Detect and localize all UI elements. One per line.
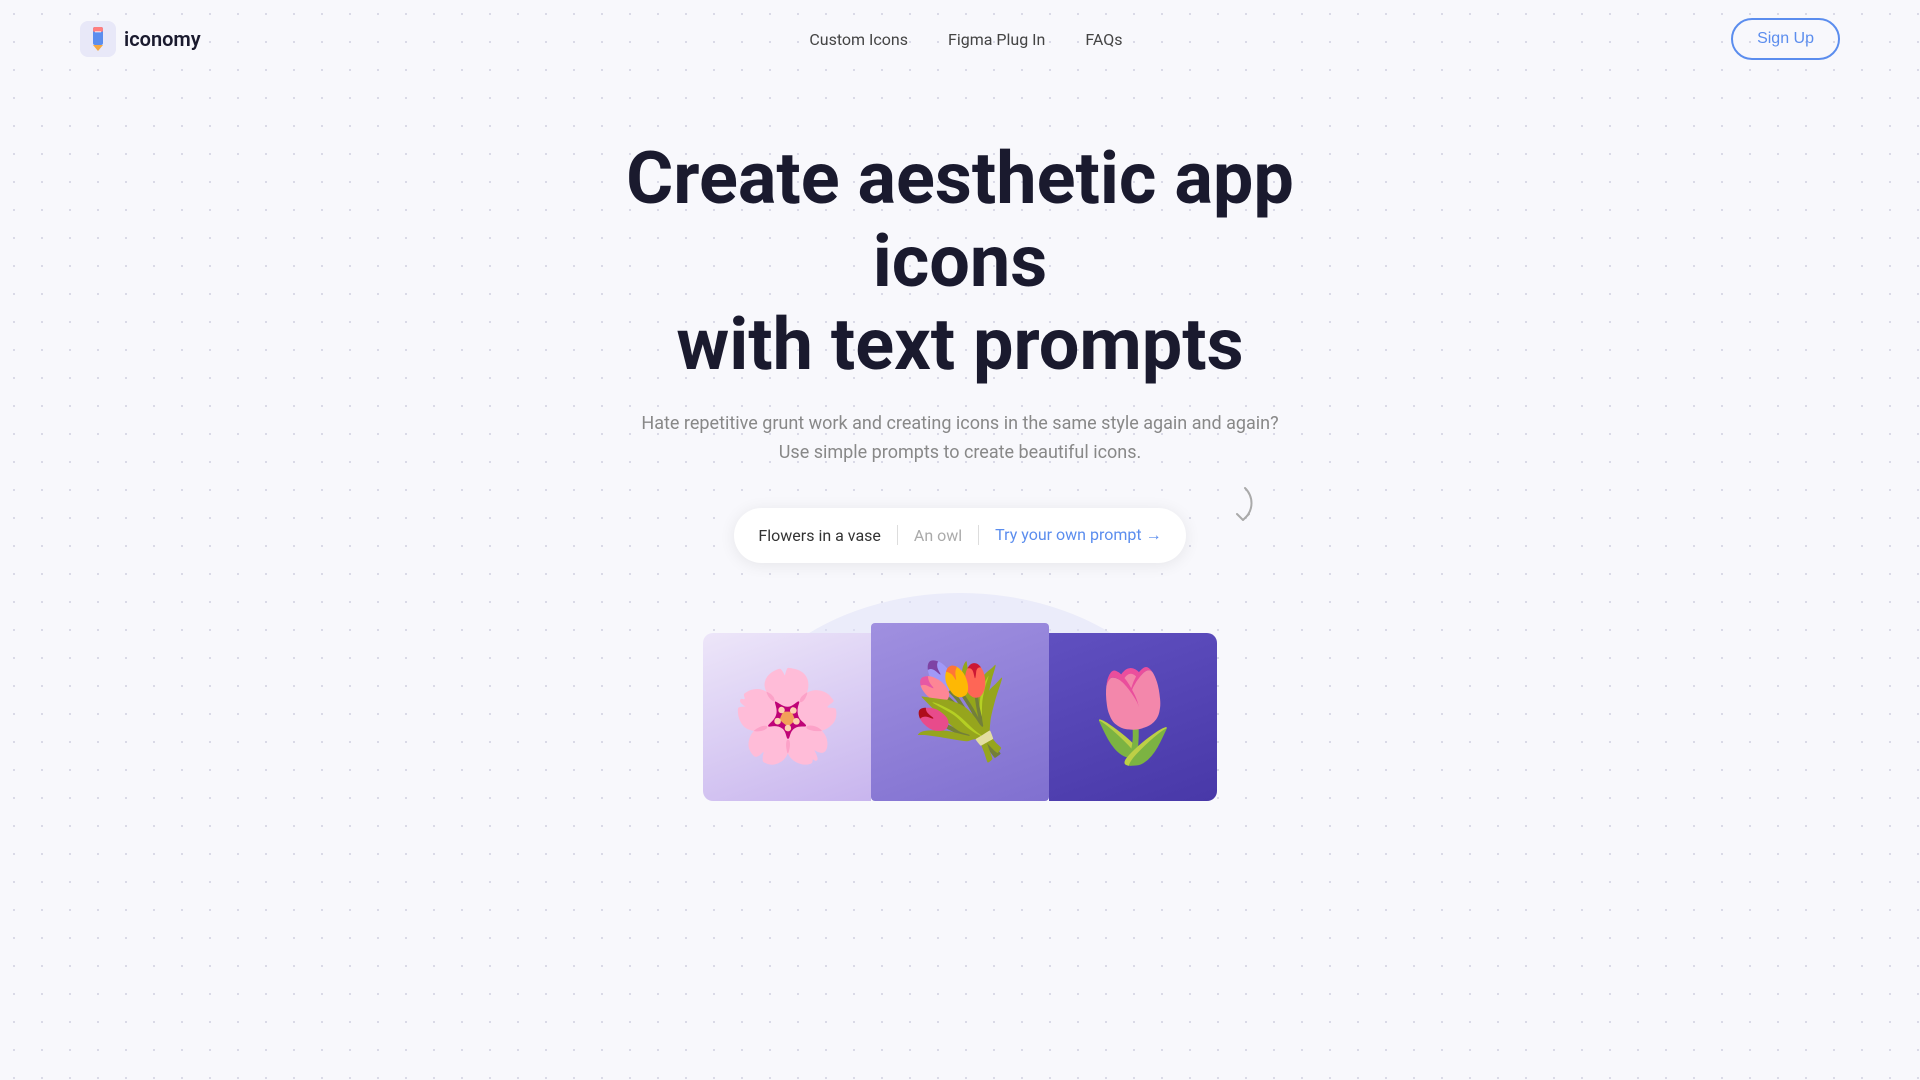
prompt-bar: Flowers in a vase An owl Try your own pr… <box>734 508 1185 563</box>
prompt-selected[interactable]: Flowers in a vase <box>758 520 880 551</box>
logo-icon <box>80 21 116 57</box>
icon-card-3: 🌷 <box>1049 633 1217 801</box>
icon-cards: 🌸 💐 🌷 <box>703 623 1217 801</box>
nav-figma-plugin[interactable]: Figma Plug In <box>948 30 1045 49</box>
icon-card-2: 💐 <box>871 623 1049 801</box>
prompt-divider <box>897 525 898 545</box>
prompt-divider2 <box>978 525 979 545</box>
flower-emoji-3: 🌷 <box>1077 672 1189 762</box>
try-own-prompt-link[interactable]: Try your own prompt → <box>995 525 1161 545</box>
demo-visual-wrapper: 🌸 💐 🌷 <box>695 563 1225 903</box>
nav-links: Custom Icons Figma Plug In FAQs <box>809 30 1122 49</box>
icon-card-1: 🌸 <box>703 633 871 801</box>
flower-emoji-2: 💐 <box>904 667 1016 757</box>
hero-title: Create aesthetic app icons with text pro… <box>560 138 1360 386</box>
hero-subtitle: Hate repetitive grunt work and creating … <box>0 410 1920 468</box>
flower-emoji-1: 🌸 <box>731 672 843 762</box>
nav-faqs[interactable]: FAQs <box>1085 30 1122 49</box>
prompt-option2[interactable]: An owl <box>914 526 962 545</box>
navbar: iconomy Custom Icons Figma Plug In FAQs … <box>0 0 1920 78</box>
logo[interactable]: iconomy <box>80 21 201 57</box>
demo-section: Flowers in a vase An owl Try your own pr… <box>0 508 1920 903</box>
nav-custom-icons[interactable]: Custom Icons <box>809 30 908 49</box>
arrow-hint-icon <box>1205 478 1260 533</box>
logo-text: iconomy <box>124 27 201 51</box>
signup-button[interactable]: Sign Up <box>1731 18 1840 60</box>
hero-section: Create aesthetic app icons with text pro… <box>0 78 1920 468</box>
